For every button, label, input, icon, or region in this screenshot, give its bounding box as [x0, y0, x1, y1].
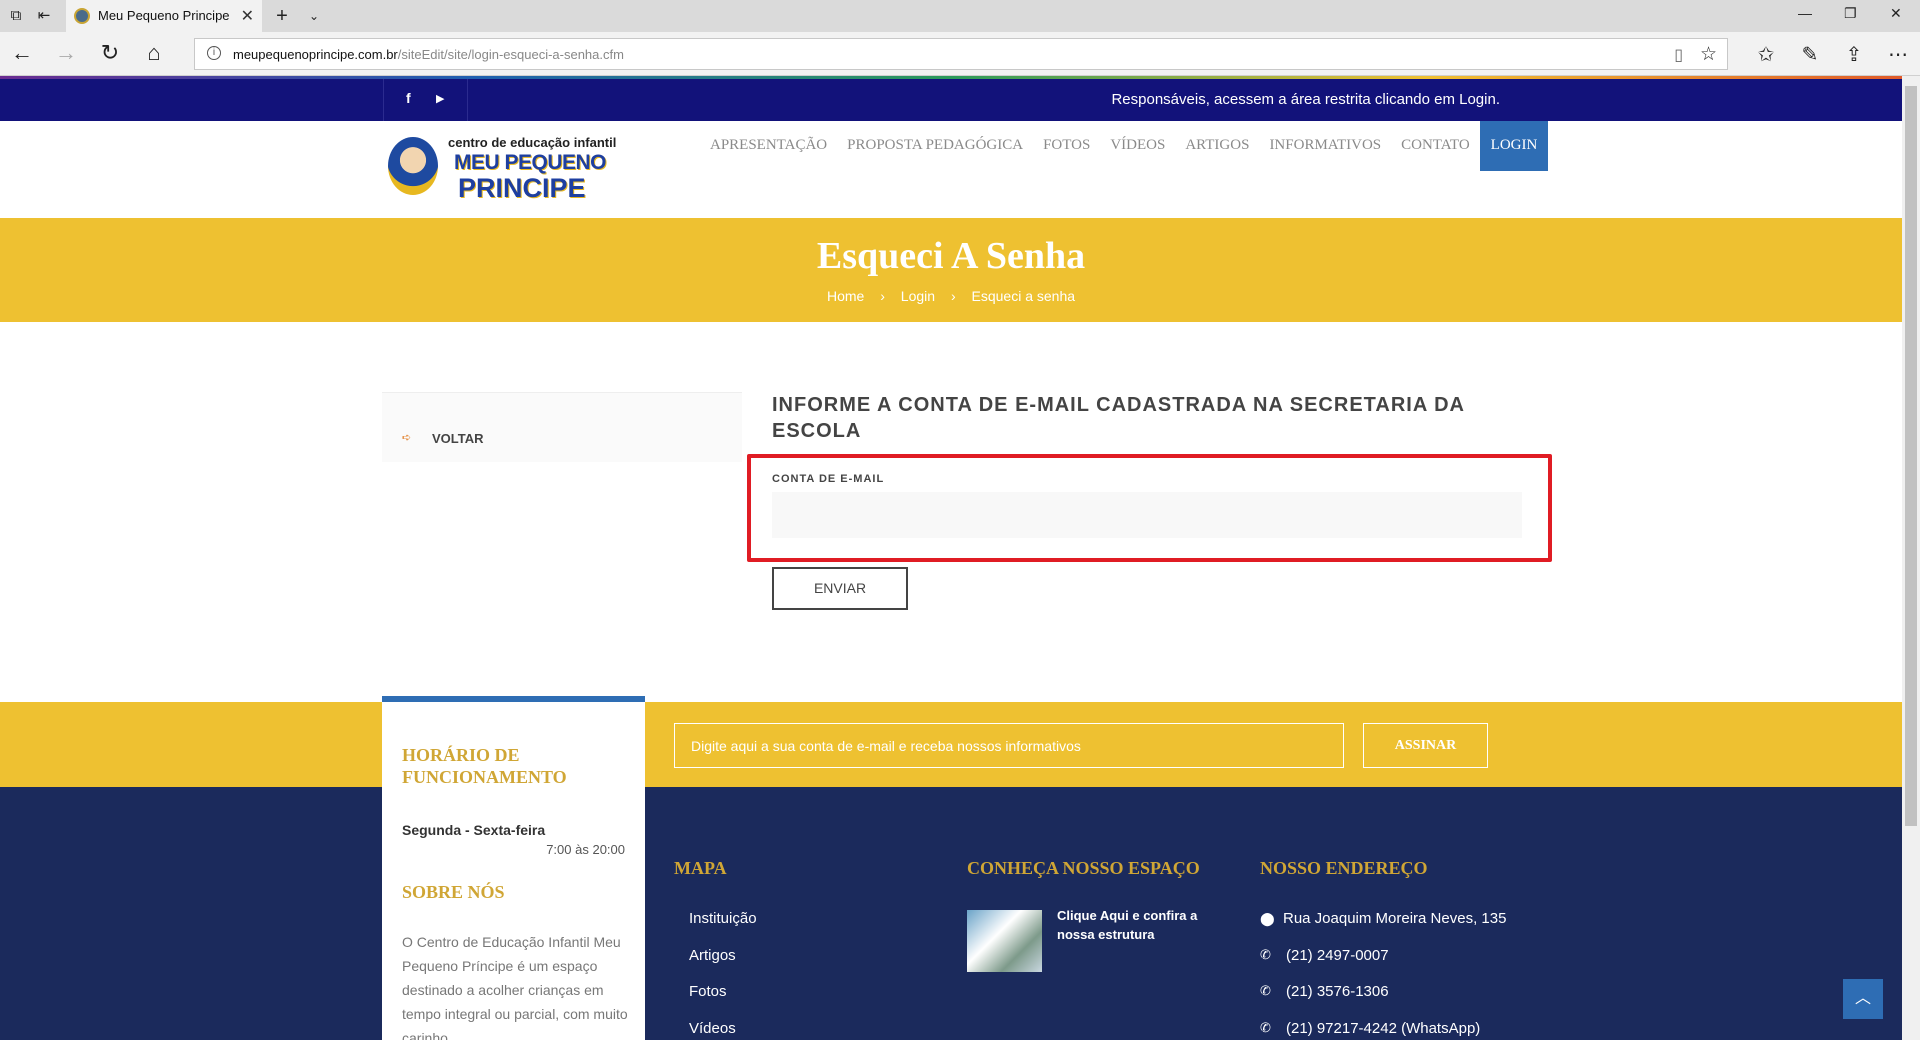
space-title: CONHEÇA NOSSO ESPAÇO: [967, 858, 1200, 878]
url-input[interactable]: i meupequenoprincipe.com.br/siteEdit/sit…: [194, 38, 1728, 70]
breadcrumb: Home › Login › Esqueci a senha: [0, 288, 1902, 304]
youtube-icon[interactable]: ▶: [436, 92, 444, 105]
url-host: meupequenoprincipe.com.br: [233, 47, 398, 62]
sign-out-icon: ➪: [402, 432, 412, 444]
breadcrumb-current: Esqueci a senha: [971, 288, 1076, 304]
menu-contato[interactable]: CONTATO: [1391, 121, 1480, 171]
logo-name-line1: MEU PEQUENO: [454, 151, 607, 174]
more-icon[interactable]: ⋯: [1886, 42, 1910, 67]
set-aside-tabs-icon[interactable]: ⇤: [34, 6, 54, 26]
newsletter-placeholder: Digite aqui a sua conta de e-mail e rece…: [691, 738, 1081, 754]
favorites-list-icon[interactable]: ✩: [1754, 42, 1778, 67]
url-text: meupequenoprincipe.com.br/siteEdit/site/…: [233, 47, 624, 62]
login-notice: Responsáveis, acessem a área restrita cl…: [1111, 91, 1500, 108]
newsletter-input[interactable]: Digite aqui a sua conta de e-mail e rece…: [674, 723, 1344, 768]
back-icon[interactable]: ←: [10, 42, 34, 66]
about-title: SOBRE NÓS: [402, 882, 505, 902]
phone-icon: ✆: [1260, 947, 1271, 962]
site-header: centro de educação infantil MEU PEQUENO …: [0, 121, 1902, 218]
phone-2: (21) 3576-1306: [1286, 983, 1389, 1000]
page-scrollbar[interactable]: [1902, 76, 1920, 1040]
menu-informativos[interactable]: INFORMATIVOS: [1259, 121, 1391, 171]
close-window-icon[interactable]: ✕: [1890, 5, 1902, 22]
hours-days: Segunda - Sexta-feira: [402, 822, 546, 838]
menu-login[interactable]: LOGIN: [1479, 121, 1549, 171]
logo-mascot-icon: [388, 137, 438, 195]
tab-actions-icon[interactable]: ⧉: [6, 6, 26, 26]
back-label: VOLTAR: [432, 431, 484, 446]
form-title: INFORME A CONTA DE E-MAIL CADASTRADA NA …: [772, 394, 1465, 442]
browser-address-bar: ← → ↻ ⌂ i meupequenoprincipe.com.br/site…: [0, 32, 1920, 76]
email-label: CONTA DE E-MAIL: [772, 473, 885, 485]
close-tab-icon[interactable]: ✕: [241, 6, 254, 26]
map-link-fotos[interactable]: Fotos: [689, 983, 727, 1000]
favorite-star-icon[interactable]: ☆: [1700, 43, 1717, 66]
info-box: HORÁRIO DE FUNCIONAMENTO Segunda - Sexta…: [382, 696, 645, 1040]
site-top-bar: f ▶ Responsáveis, acessem a área restrit…: [0, 79, 1902, 121]
map-link-videos[interactable]: Vídeos: [689, 1020, 736, 1037]
breadcrumb-login[interactable]: Login: [901, 288, 935, 304]
site-logo[interactable]: centro de educação infantil MEU PEQUENO …: [388, 135, 628, 203]
menu-artigos[interactable]: ARTIGOS: [1175, 121, 1259, 171]
map-pin-icon: ⬤: [1260, 911, 1275, 926]
tab-title: Meu Pequeno Principe: [98, 8, 230, 23]
phone-3: (21) 97217-4242 (WhatsApp): [1286, 1020, 1481, 1037]
email-field[interactable]: [772, 492, 1522, 538]
about-text: O Centro de Educação Infantil Meu Pequen…: [402, 934, 628, 1040]
facebook-icon[interactable]: f: [406, 90, 411, 106]
map-link-instituicao[interactable]: Instituição: [689, 910, 757, 927]
map-link-artigos[interactable]: Artigos: [689, 947, 736, 964]
page-title-band: Esqueci A Senha Home › Login › Esqueci a…: [0, 218, 1902, 322]
phone-1: (21) 2497-0007: [1286, 947, 1389, 964]
breadcrumb-home[interactable]: Home: [827, 288, 864, 304]
logo-tagline: centro de educação infantil: [448, 135, 617, 150]
maximize-icon[interactable]: ❐: [1844, 5, 1857, 22]
browser-tab-bar: ⧉ ⇤ Meu Pequeno Principe ✕ + ⌄ — ❐ ✕: [0, 0, 1920, 32]
menu-fotos[interactable]: FOTOS: [1033, 121, 1100, 171]
site-footer: [0, 787, 1902, 1040]
address-text: Rua Joaquim Moreira Neves, 135: [1283, 910, 1507, 927]
hours-title: HORÁRIO DE FUNCIONAMENTO: [402, 745, 567, 787]
minimize-icon[interactable]: —: [1798, 5, 1812, 21]
space-thumbnail[interactable]: [967, 910, 1042, 972]
hours-time: 7:00 às 20:00: [546, 842, 625, 857]
chevron-up-icon: ︿: [1854, 990, 1871, 1007]
breadcrumb-separator: ›: [880, 288, 885, 304]
main-menu: APRESENTAÇÃO PROPOSTA PEDAGÓGICA FOTOS V…: [700, 121, 1549, 171]
info-icon[interactable]: i: [207, 46, 221, 60]
browser-tab[interactable]: Meu Pequeno Principe ✕: [66, 0, 262, 32]
menu-apresentacao[interactable]: APRESENTAÇÃO: [700, 121, 837, 171]
new-tab-icon[interactable]: +: [272, 6, 292, 26]
address-title: NOSSO ENDEREÇO: [1260, 858, 1428, 878]
share-icon[interactable]: ⇪: [1842, 42, 1866, 67]
space-link[interactable]: Clique Aqui e confira a nossa estrutura: [1057, 906, 1217, 944]
breadcrumb-separator: ›: [950, 288, 956, 304]
refresh-icon[interactable]: ↻: [98, 42, 122, 66]
back-to-top-button[interactable]: ︿: [1843, 979, 1883, 1019]
logo-name-line2: PRINCIPE: [458, 173, 586, 203]
reading-view-icon[interactable]: ▯: [1674, 45, 1683, 65]
menu-videos[interactable]: VÍDEOS: [1100, 121, 1175, 171]
phone-icon: ✆: [1260, 1020, 1271, 1035]
site-favicon-icon: [74, 8, 90, 24]
send-button[interactable]: ENVIAR: [772, 567, 908, 610]
menu-proposta-pedagogica[interactable]: PROPOSTA PEDAGÓGICA: [837, 121, 1033, 171]
map-title: MAPA: [674, 858, 727, 878]
phone-icon: ✆: [1260, 983, 1271, 998]
home-icon[interactable]: ⌂: [142, 42, 166, 66]
scrollbar-thumb[interactable]: [1905, 86, 1917, 826]
page-title: Esqueci A Senha: [816, 235, 1086, 277]
url-path: /siteEdit/site/login-esqueci-a-senha.cfm: [397, 47, 624, 62]
chevron-down-icon[interactable]: ⌄: [304, 6, 324, 26]
pen-icon[interactable]: ✎: [1798, 42, 1822, 67]
sidebar-back-link[interactable]: ➪ VOLTAR: [382, 392, 742, 462]
forward-icon[interactable]: →: [54, 42, 78, 66]
subscribe-button[interactable]: ASSINAR: [1363, 723, 1488, 768]
social-links: f ▶: [383, 79, 468, 121]
